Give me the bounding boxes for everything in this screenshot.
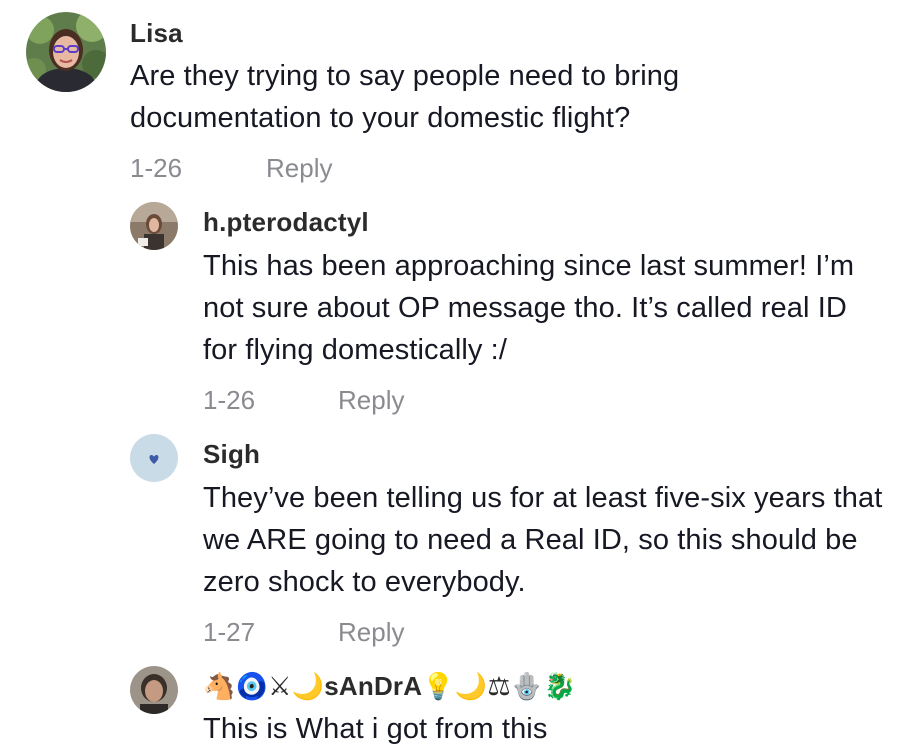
comment-username[interactable]: Lisa [130,18,183,49]
comment-date: 1-26 [130,153,183,183]
heart-icon [149,455,159,464]
reply-button[interactable]: Reply [338,617,404,648]
comment-text: Are they trying to say people need to br… [130,60,680,134]
comment-date: 1-26 [203,385,256,415]
avatar[interactable] [130,666,178,714]
comment-text: They’ve been telling us for at least fiv… [203,482,883,598]
comment-username[interactable]: Sigh [203,439,260,470]
avatar[interactable] [130,434,178,482]
profile-photo-woman-glasses [26,12,106,92]
comment-text: This has been approaching since last sum… [203,250,855,366]
avatar[interactable] [130,202,178,250]
comment-username[interactable]: h.pterodactyl [203,207,369,238]
comment-text: This is What i got from this [203,713,548,745]
profile-photo [130,666,178,714]
comment-username[interactable]: 🐴🧿⚔🌙sAnDrA💡🌙⚖🪬🐉 [203,671,576,702]
reply-button[interactable]: Reply [338,385,404,416]
profile-photo [130,202,178,250]
comment-date: 1-27 [203,617,256,647]
avatar[interactable] [26,12,106,92]
reply-button[interactable]: Reply [266,153,332,184]
